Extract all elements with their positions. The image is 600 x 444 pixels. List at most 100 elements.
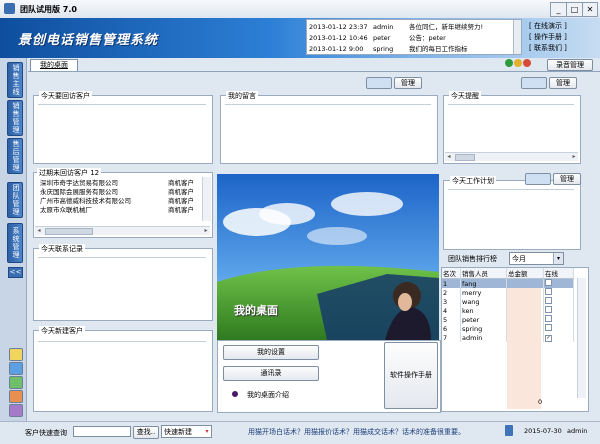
table-row[interactable]: 1 fang bbox=[442, 278, 574, 288]
period-select[interactable]: 今月 ▾ bbox=[509, 252, 564, 265]
address-book-button[interactable]: 通讯录 bbox=[223, 366, 319, 381]
col-name[interactable]: 销售人员 bbox=[460, 268, 507, 279]
contact-today-panel: 今天联系记录 bbox=[33, 244, 213, 321]
table-header: 名次 销售人员 总金额 在线 bbox=[442, 268, 574, 279]
list-item[interactable]: 深圳市奇宇达贸易有限公司 商机客户 bbox=[40, 177, 202, 187]
sidebar-item-sales-line[interactable]: 销售主线 bbox=[7, 62, 23, 98]
sidebar-item-team[interactable]: 团队管理 bbox=[7, 182, 23, 218]
quick-new-select[interactable]: 快速新建 ▾ bbox=[161, 425, 212, 438]
home-icon[interactable] bbox=[9, 348, 23, 361]
toggle-button[interactable] bbox=[366, 77, 392, 89]
col-online[interactable]: 在线 bbox=[543, 268, 574, 279]
overdue-hscroll[interactable]: ◂ ▸ bbox=[35, 226, 210, 235]
tab-desktop[interactable]: 我的桌面 bbox=[30, 59, 78, 71]
stop-icon[interactable] bbox=[523, 59, 531, 67]
table-row[interactable]: 2 merry bbox=[442, 288, 574, 297]
table-row[interactable]: 3 wang bbox=[442, 297, 574, 306]
list-item[interactable]: 太原市众联机械厂 商机客户 bbox=[40, 204, 202, 214]
online-checkbox[interactable] bbox=[545, 279, 552, 286]
table-row[interactable]: 5 peter bbox=[442, 315, 574, 324]
phone-icon[interactable] bbox=[505, 425, 513, 436]
cell-online bbox=[543, 315, 574, 324]
cell-amount bbox=[506, 288, 544, 297]
sidebar-item-system[interactable]: 系统管理 bbox=[7, 223, 23, 263]
minimize-button[interactable]: _ bbox=[550, 2, 567, 17]
list-item[interactable]: 广州市高德威科技技术有限公司 商机客户 bbox=[40, 195, 202, 205]
quick-search-input[interactable] bbox=[73, 426, 131, 437]
online-checkbox[interactable]: ✓ bbox=[545, 335, 552, 342]
divider bbox=[38, 257, 206, 258]
online-checkbox[interactable] bbox=[545, 306, 552, 313]
refresh-icon[interactable] bbox=[505, 59, 513, 67]
table-row[interactable]: 7 admin ✓ bbox=[442, 333, 574, 342]
cell-amount bbox=[506, 333, 544, 342]
message-scrollbar[interactable] bbox=[513, 20, 521, 54]
tools-icon[interactable] bbox=[9, 390, 23, 403]
scroll-right-icon: ▸ bbox=[572, 153, 576, 160]
online-checkbox[interactable] bbox=[545, 297, 552, 304]
ranking-total: 0 bbox=[538, 398, 543, 406]
col-rank[interactable]: 名次 bbox=[442, 268, 461, 279]
manual-link[interactable]: [ 操作手册 ] bbox=[529, 32, 595, 43]
toggle-button[interactable] bbox=[525, 173, 551, 185]
manage-button[interactable]: 管理 bbox=[549, 77, 577, 89]
table-row[interactable]: 4 ken bbox=[442, 306, 574, 315]
online-demo-link[interactable]: [ 在线演示 ] bbox=[529, 21, 595, 32]
scroll-thumb[interactable] bbox=[45, 228, 93, 235]
help-icon[interactable] bbox=[9, 404, 23, 417]
quick-new-value: 快速新建 bbox=[164, 428, 192, 436]
online-checkbox[interactable] bbox=[545, 288, 552, 295]
divider bbox=[38, 341, 206, 342]
contact-link[interactable]: [ 联系我们 ] bbox=[529, 43, 595, 54]
online-checkbox[interactable] bbox=[545, 315, 552, 322]
chart-icon[interactable] bbox=[9, 376, 23, 389]
search-button[interactable]: 查找.. bbox=[133, 426, 159, 439]
reminder-scrollbar[interactable]: ◂ ▸ bbox=[445, 152, 578, 161]
cell-name: peter bbox=[460, 315, 507, 324]
collapse-button[interactable]: << bbox=[8, 267, 23, 278]
cell-name: wang bbox=[460, 297, 507, 306]
close-button[interactable]: ✕ bbox=[582, 2, 598, 17]
cell-rank: 3 bbox=[442, 297, 461, 306]
message-list[interactable]: 2013-01-12 23:37 admin 各位同仁，新年继续努力! 2013-0… bbox=[306, 19, 522, 55]
message-row[interactable]: 2013-01-12 23:37 admin 各位同仁，新年继续努力! bbox=[309, 21, 483, 31]
maximize-button[interactable]: □ bbox=[566, 2, 583, 17]
cell-online bbox=[543, 278, 574, 288]
cell-online bbox=[543, 324, 574, 333]
work-plan-panel: 今天工作计划 bbox=[443, 176, 581, 250]
online-checkbox[interactable] bbox=[545, 324, 552, 331]
table-row[interactable]: 6 spring bbox=[442, 324, 574, 333]
message-row[interactable]: 2013-01-12 10:46 peter 公告：peter bbox=[309, 32, 446, 42]
revisit-today-title: 今天要回访客户 bbox=[39, 91, 92, 101]
cell-name: admin bbox=[460, 333, 507, 342]
overdue-list: 深圳市奇宇达贸易有限公司 商机客户 永庆国际会展服务有限公司 商机客户 广州市高德威… bbox=[40, 177, 202, 214]
bullet-icon bbox=[232, 391, 238, 397]
divider bbox=[38, 104, 206, 105]
manual-button[interactable]: 软件操作手册 bbox=[384, 342, 438, 409]
overdue-vscroll[interactable] bbox=[202, 177, 211, 221]
contact-today-title: 今天联系记录 bbox=[39, 244, 85, 254]
cell-amount bbox=[506, 324, 544, 333]
sidebar-item-sales-manage[interactable]: 销售管理 bbox=[7, 100, 23, 136]
chevron-down-icon[interactable]: ▾ bbox=[553, 253, 563, 264]
quick-search-label: 客户快速查询 bbox=[25, 429, 67, 437]
desktop-intro-link[interactable]: 我的桌面介绍 bbox=[247, 390, 289, 400]
chevron-down-icon[interactable]: ▾ bbox=[203, 426, 211, 437]
new-customer-title: 今天新建客户 bbox=[39, 326, 85, 336]
mail-icon[interactable] bbox=[9, 362, 23, 375]
quick-links: [ 在线演示 ] [ 操作手册 ] [ 联系我们 ] bbox=[529, 21, 595, 54]
sound-icon[interactable] bbox=[514, 59, 522, 67]
my-settings-button[interactable]: 我的设置 bbox=[223, 345, 319, 360]
work-plan-manage-button[interactable]: 管理 bbox=[553, 173, 581, 185]
cell-rank: 1 bbox=[442, 278, 461, 288]
sidebar-item-aftersales[interactable]: 售后管理 bbox=[7, 138, 23, 174]
col-amount[interactable]: 总金额 bbox=[506, 268, 544, 279]
record-manage-button[interactable]: 录音管理 bbox=[547, 59, 593, 71]
ranking-vscroll[interactable] bbox=[577, 278, 586, 398]
list-item[interactable]: 永庆国际会展服务有限公司 商机客户 bbox=[40, 186, 202, 196]
message-row[interactable]: 2013-01-12 9:00 spring 我们的每日工作指标 bbox=[309, 43, 468, 53]
manage-button[interactable]: 管理 bbox=[394, 77, 422, 89]
toggle-button[interactable] bbox=[521, 77, 547, 89]
my-message-panel: 我的留言 bbox=[220, 91, 438, 164]
scroll-thumb[interactable] bbox=[455, 154, 475, 161]
